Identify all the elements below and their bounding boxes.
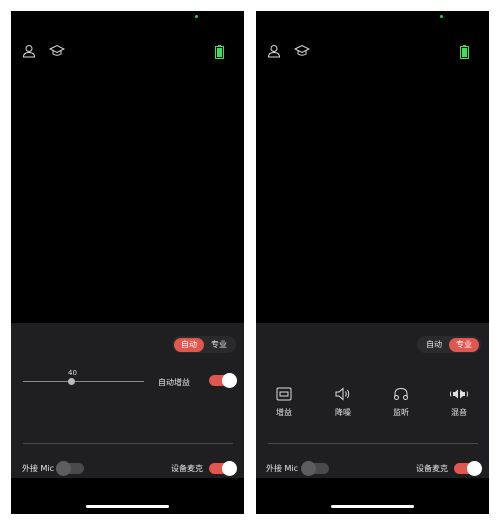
external-mic-label: 外接 Mic xyxy=(266,464,299,473)
device-mic-toggle[interactable] xyxy=(454,461,482,476)
mode-segmented-control: 自动 专业 xyxy=(172,336,236,353)
gain-slider-value: 40 xyxy=(68,369,77,377)
auto-gain-toggle[interactable] xyxy=(209,373,237,388)
feature-noise-reduction[interactable]: 降噪 xyxy=(328,387,358,418)
graduation-cap-icon[interactable] xyxy=(294,44,310,58)
phone-screen-auto: 自动 专业 40 自动增益 外接 Mic 设备麦克 xyxy=(11,11,244,514)
device-mic-label: 设备麦克 xyxy=(171,464,203,473)
phone-screen-pro: 自动 专业 增益 降噪 监听 混音 外接 Mic 设备麦克 xyxy=(256,11,489,514)
external-mic-toggle[interactable] xyxy=(56,461,84,476)
camera-indicator xyxy=(195,15,198,18)
user-icon[interactable] xyxy=(22,44,36,58)
toggle-knob xyxy=(467,461,482,476)
feature-monitor-label: 监听 xyxy=(393,408,409,417)
external-mic-toggle[interactable] xyxy=(301,461,329,476)
camera-indicator xyxy=(440,15,443,18)
toggle-knob xyxy=(222,373,237,388)
auto-gain-label: 自动增益 xyxy=(158,378,190,387)
mode-pro-option[interactable]: 专业 xyxy=(204,338,234,352)
user-icon[interactable] xyxy=(267,44,281,58)
control-panel: 自动 专业 40 自动增益 外接 Mic 设备麦克 xyxy=(11,323,244,478)
feature-gain[interactable]: 增益 xyxy=(269,387,299,418)
mix-icon xyxy=(450,389,468,399)
mode-pro-option[interactable]: 专业 xyxy=(449,337,479,352)
headphones-icon xyxy=(394,387,408,400)
feature-mix[interactable]: 混音 xyxy=(444,387,474,418)
feature-noise-reduction-label: 降噪 xyxy=(335,408,351,417)
home-indicator[interactable] xyxy=(86,505,169,508)
feature-monitor[interactable]: 监听 xyxy=(386,387,416,418)
mode-segmented-control: 自动 专业 xyxy=(417,336,481,353)
toggle-knob xyxy=(222,461,237,476)
graduation-cap-icon[interactable] xyxy=(49,44,65,58)
divider xyxy=(268,443,478,444)
toggle-knob xyxy=(301,461,316,476)
feature-mix-label: 混音 xyxy=(451,408,467,417)
external-mic-label: 外接 Mic xyxy=(22,464,55,473)
gain-slider-thumb[interactable] xyxy=(68,378,75,385)
gain-slider-track[interactable] xyxy=(23,381,144,382)
device-mic-label: 设备麦克 xyxy=(416,464,448,473)
mode-auto-option[interactable]: 自动 xyxy=(419,338,449,352)
mode-auto-option[interactable]: 自动 xyxy=(174,337,204,352)
battery-icon xyxy=(215,45,224,59)
home-indicator[interactable] xyxy=(331,505,414,508)
gain-icon xyxy=(276,387,292,401)
speaker-icon xyxy=(335,387,350,401)
battery-icon xyxy=(460,45,469,59)
divider xyxy=(23,443,233,444)
device-mic-toggle[interactable] xyxy=(209,461,237,476)
feature-gain-label: 增益 xyxy=(276,408,292,417)
control-panel: 自动 专业 增益 降噪 监听 混音 外接 Mic 设备麦克 xyxy=(256,323,489,478)
toggle-knob xyxy=(56,461,71,476)
